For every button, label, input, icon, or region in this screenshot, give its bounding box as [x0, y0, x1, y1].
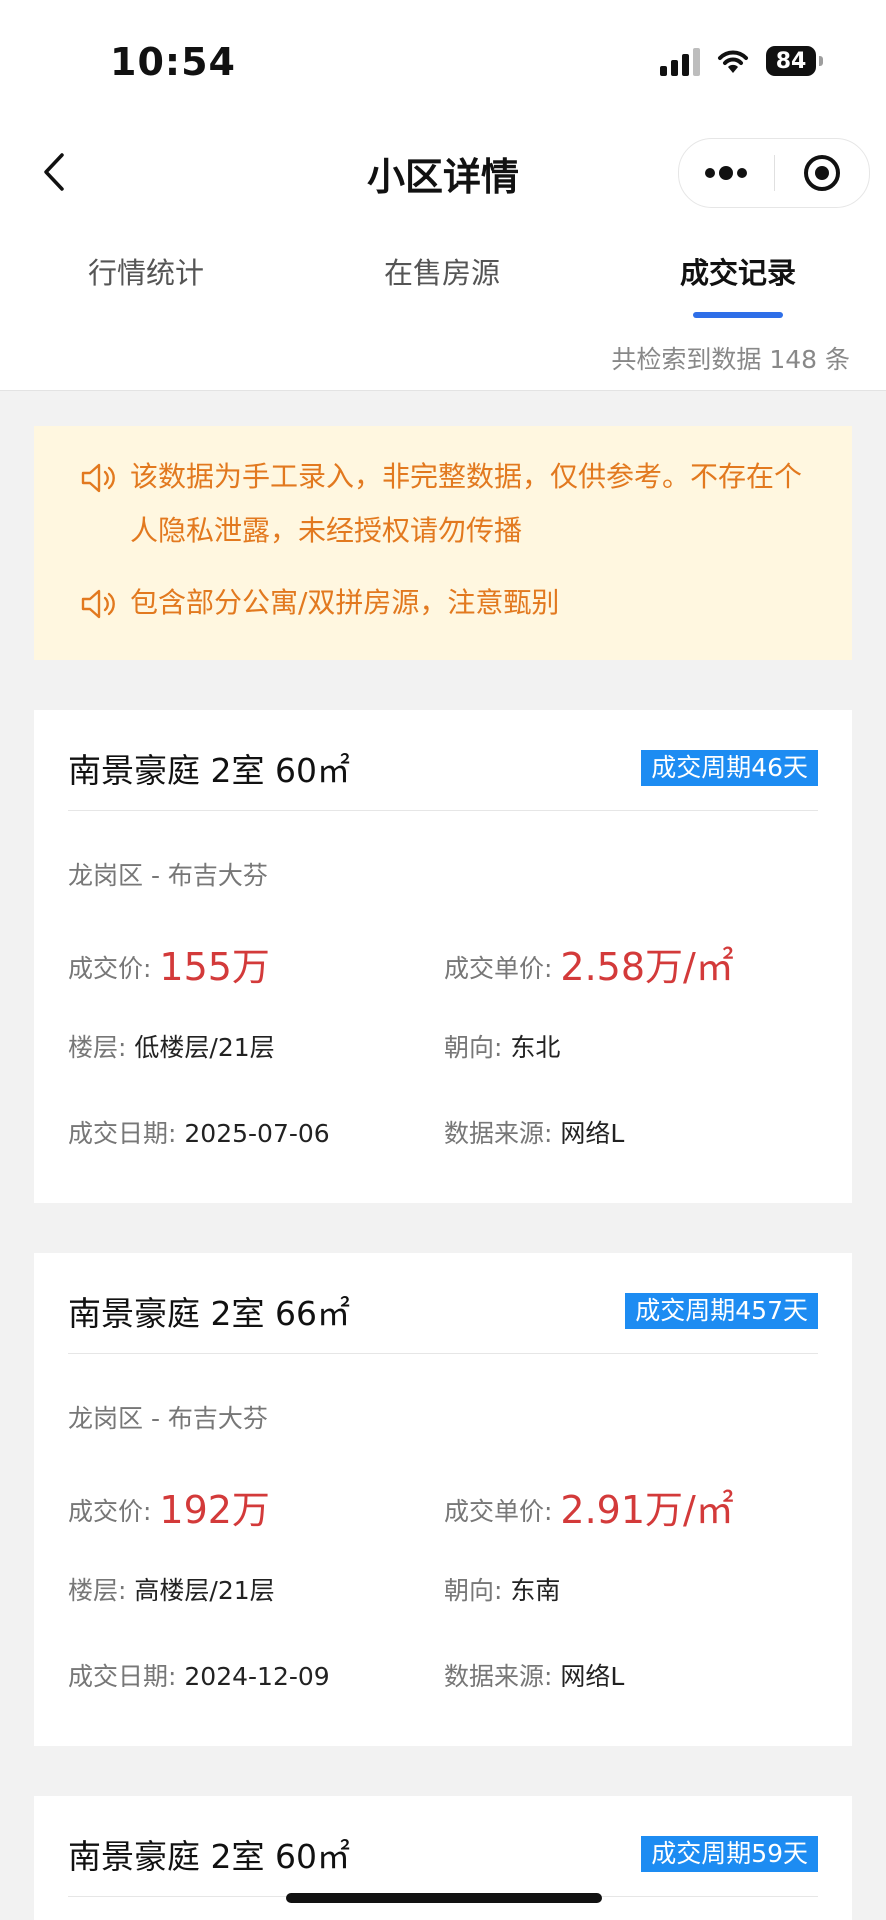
unit-price-value: 2.58万/㎡	[560, 945, 734, 989]
unit-price-field: 成交单价: 2.58万/㎡	[444, 936, 734, 991]
orientation-label: 朝向:	[444, 1033, 503, 1062]
deal-price-field: 成交价: 155万	[68, 936, 270, 991]
mini-program-capsule	[678, 138, 870, 208]
orientation-field: 朝向: 东北	[444, 1028, 560, 1064]
data-source-value: 网络L	[560, 1119, 625, 1148]
top-bar: 10:54 84 小区详情 行情统计 在售房源 成交记录 共检索到数据 148 …	[0, 0, 886, 391]
notice-text: 包含部分公寓/双拼房源，注意甄别	[130, 586, 560, 619]
deal-cycle-badge: 成交周期59天	[641, 1836, 818, 1872]
deal-cycle-badge: 成交周期457天	[625, 1293, 818, 1329]
district-label: 龙岗区 - 布吉大芬	[68, 1404, 268, 1433]
deal-cycle-badge: 成交周期46天	[641, 750, 818, 786]
listing-title: 南景豪庭 2室 60㎡	[68, 751, 350, 790]
listing-title: 南景豪庭 2室 60㎡	[68, 1837, 350, 1876]
status-time: 10:54	[110, 40, 236, 84]
deal-date-field: 成交日期: 2024-12-09	[68, 1657, 330, 1693]
orientation-value: 东南	[510, 1576, 561, 1605]
data-source-value: 网络L	[560, 1662, 625, 1691]
notice-text: 该数据为手工录入，非完整数据，仅供参考。不存在个人隐私泄露，未经授权请勿传播	[130, 460, 803, 547]
floor-field: 楼层: 低楼层/21层	[68, 1028, 275, 1064]
cellular-signal-icon	[660, 46, 700, 76]
card-header: 南景豪庭 2室 60㎡ 成交周期46天	[68, 710, 818, 811]
transaction-card[interactable]: 南景豪庭 2室 60㎡ 成交周期46天 龙岗区 - 布吉大芬 成交价: 155万…	[34, 710, 852, 1203]
unit-price-label: 成交单价:	[444, 954, 553, 983]
deal-date-value: 2024-12-09	[184, 1662, 330, 1691]
data-source-field: 数据来源: 网络L	[444, 1657, 624, 1693]
tab-bar: 行情统计 在售房源 成交记录	[0, 250, 886, 320]
deal-price-label: 成交价:	[68, 954, 152, 983]
orientation-value: 东北	[510, 1033, 561, 1062]
home-indicator[interactable]	[286, 1893, 602, 1903]
battery-icon: 84	[766, 46, 823, 76]
transaction-card[interactable]: 南景豪庭 2室 66㎡ 成交周期457天 龙岗区 - 布吉大芬 成交价: 192…	[34, 1253, 852, 1746]
floor-value: 低楼层/21层	[134, 1033, 275, 1062]
close-mini-program-button[interactable]	[775, 139, 870, 207]
unit-price-value: 2.91万/㎡	[560, 1488, 734, 1532]
speaker-icon	[81, 463, 115, 493]
deal-price-value: 155万	[159, 945, 270, 989]
notice-banner: 该数据为手工录入，非完整数据，仅供参考。不存在个人隐私泄露，未经授权请勿传播 包…	[34, 426, 852, 660]
floor-label: 楼层:	[68, 1576, 127, 1605]
data-source-field: 数据来源: 网络L	[444, 1114, 624, 1150]
tab-transactions[interactable]: 成交记录	[638, 250, 838, 292]
floor-label: 楼层:	[68, 1033, 127, 1062]
unit-price-field: 成交单价: 2.91万/㎡	[444, 1479, 734, 1534]
tab-for-sale[interactable]: 在售房源	[342, 250, 542, 292]
deal-price-field: 成交价: 192万	[68, 1479, 270, 1534]
card-header: 南景豪庭 2室 60㎡ 成交周期59天	[68, 1796, 818, 1897]
speaker-icon	[81, 589, 115, 619]
floor-value: 高楼层/21层	[134, 1576, 275, 1605]
status-icons: 84	[660, 46, 823, 76]
target-circle-icon	[803, 155, 840, 191]
card-header: 南景豪庭 2室 66㎡ 成交周期457天	[68, 1253, 818, 1354]
listing-title: 南景豪庭 2室 66㎡	[68, 1294, 350, 1333]
more-dots-icon	[705, 166, 748, 180]
deal-price-label: 成交价:	[68, 1497, 152, 1526]
data-source-label: 数据来源:	[444, 1119, 553, 1148]
deal-date-label: 成交日期:	[68, 1119, 177, 1148]
notice-item: 该数据为手工录入，非完整数据，仅供参考。不存在个人隐私泄露，未经授权请勿传播	[80, 450, 812, 558]
wifi-icon	[718, 50, 748, 73]
active-tab-indicator	[693, 312, 783, 318]
unit-price-label: 成交单价:	[444, 1497, 553, 1526]
data-source-label: 数据来源:	[444, 1662, 553, 1691]
result-count: 共检索到数据 148 条	[611, 345, 850, 374]
district-label: 龙岗区 - 布吉大芬	[68, 861, 268, 890]
orientation-field: 朝向: 东南	[444, 1571, 560, 1607]
deal-date-value: 2025-07-06	[184, 1119, 330, 1148]
deal-price-value: 192万	[159, 1488, 270, 1532]
floor-field: 楼层: 高楼层/21层	[68, 1571, 275, 1607]
tab-market-stats[interactable]: 行情统计	[46, 250, 246, 292]
deal-date-label: 成交日期:	[68, 1662, 177, 1691]
more-button[interactable]	[679, 139, 774, 207]
orientation-label: 朝向:	[444, 1576, 503, 1605]
deal-date-field: 成交日期: 2025-07-06	[68, 1114, 330, 1150]
notice-item: 包含部分公寓/双拼房源，注意甄别	[80, 576, 812, 630]
